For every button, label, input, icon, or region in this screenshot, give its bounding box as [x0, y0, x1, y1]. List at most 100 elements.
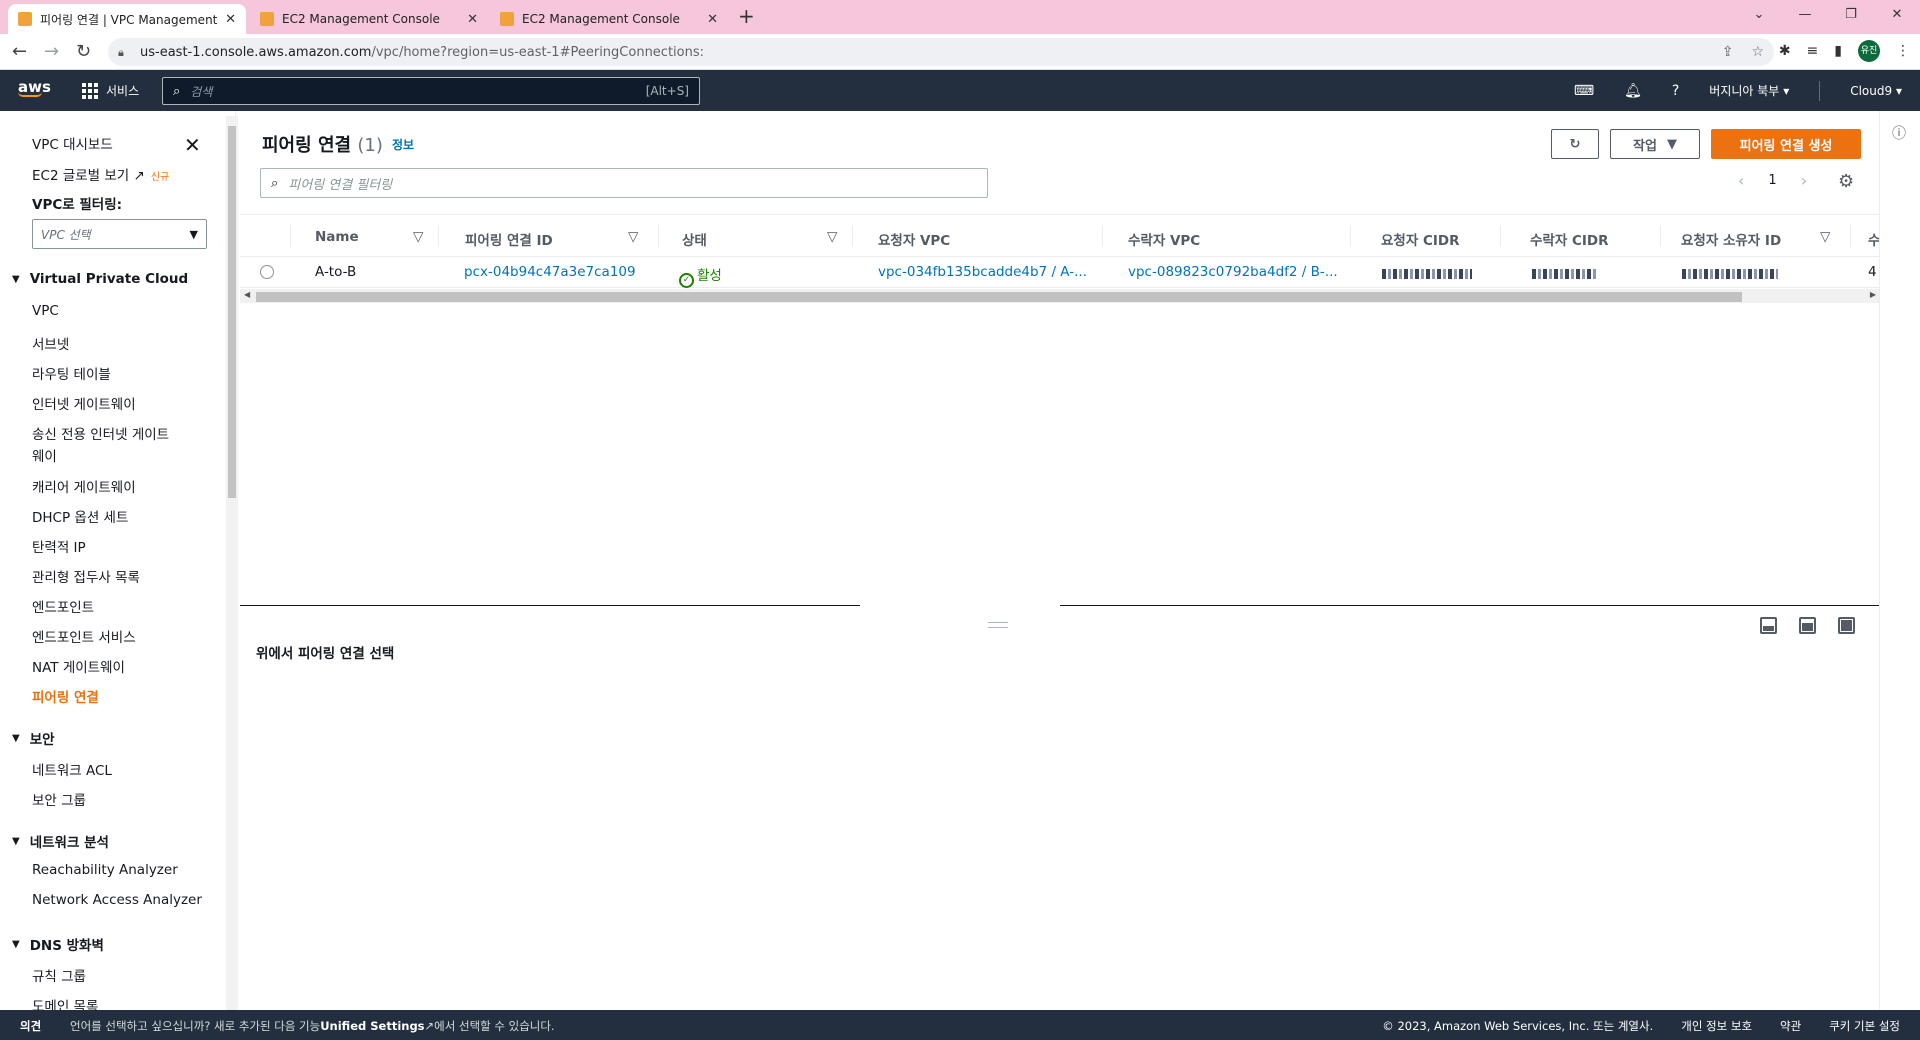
sort-icon[interactable]: ▽ [827, 229, 837, 245]
table-scrollbar-thumb[interactable] [256, 292, 1742, 302]
extensions-icon[interactable]: ✱ [1779, 43, 1791, 59]
address-bar[interactable]: 🔒︎ us-east-1.console.aws.amazon.com/vpc/… [108, 38, 1774, 66]
next-page-icon[interactable]: › [1801, 171, 1807, 190]
close-tab-icon[interactable]: ✕ [707, 12, 718, 27]
sidebar-item-network-access-analyzer[interactable]: Network Access Analyzer [32, 892, 202, 908]
sidebar-item-network-acls[interactable]: 네트워크 ACL [32, 759, 112, 779]
forward-icon[interactable]: → [44, 41, 59, 62]
column-header-accepter-cidr[interactable]: 수락자 CIDR [1530, 229, 1609, 249]
share-icon[interactable]: ⇪ [1722, 44, 1734, 60]
cell-peering-id-link[interactable]: pcx-04b94c47a3e7ca109 [464, 264, 636, 280]
cell-accepter-vpc-link[interactable]: vpc-089823c0792ba4df2 / B-... [1128, 264, 1338, 280]
account-menu[interactable]: Cloud9 ▾ [1850, 84, 1902, 98]
close-tab-icon[interactable]: ✕ [467, 12, 478, 27]
reload-icon[interactable]: ↻ [76, 41, 91, 62]
section-network-analysis[interactable]: ▼ 네트워크 분석 [12, 831, 109, 851]
peering-filter-input[interactable]: ⌕ 피어링 연결 필터링 [260, 168, 988, 198]
table-settings-gear-icon[interactable]: ⚙ [1838, 171, 1854, 192]
tab-search-icon[interactable]: ⌄ [1736, 0, 1782, 30]
previous-page-icon[interactable]: ‹ [1738, 171, 1744, 190]
column-header-requester-owner-id[interactable]: 요청자 소유자 ID [1681, 229, 1781, 249]
close-window-icon[interactable]: ✕ [1874, 0, 1920, 30]
sidebar-item-egress-only-igw[interactable]: 송신 전용 인터넷 게이트 [32, 423, 169, 443]
unified-settings-link[interactable]: Unified Settings [320, 1019, 424, 1033]
browser-tab-ec2-2[interactable]: EC2 Management Console ✕ [490, 4, 728, 34]
sidebar-item-managed-prefix-lists[interactable]: 관리형 접두사 목록 [32, 566, 140, 586]
info-link[interactable]: 정보 [392, 136, 414, 153]
sidebar-item-subnets[interactable]: 서브넷 [32, 333, 69, 353]
sidebar-item-dhcp-option-sets[interactable]: DHCP 옵션 세트 [32, 506, 128, 526]
privacy-link[interactable]: 개인 정보 보호 [1681, 1018, 1752, 1034]
sidebar-item-rule-groups[interactable]: 규칙 그룹 [32, 965, 86, 985]
panel-bottom-medium-icon[interactable] [1799, 617, 1816, 634]
column-header-requester-vpc[interactable]: 요청자 VPC [878, 229, 950, 249]
actions-dropdown-button[interactable]: 작업 ▼ [1610, 129, 1700, 159]
sidebar-item-vpc-dashboard[interactable]: VPC 대시보드 [32, 133, 113, 153]
column-header-peering-id[interactable]: 피어링 연결 ID [465, 229, 553, 249]
browser-tab-vpc[interactable]: 피어링 연결 | VPC Management ✕ [8, 4, 246, 34]
sidebar-item-peering-connections[interactable]: 피어링 연결 [32, 686, 99, 706]
column-header-name[interactable]: Name [315, 229, 359, 245]
terms-link[interactable]: 약관 [1780, 1018, 1801, 1034]
sort-icon[interactable]: ▽ [1820, 229, 1830, 245]
sort-icon[interactable]: ▽ [628, 229, 638, 245]
row-select-radio[interactable] [260, 265, 274, 279]
menu-kebab-icon[interactable]: ⋮ [1896, 43, 1910, 59]
sidebar-item-elastic-ips[interactable]: 탄력적 IP [32, 536, 86, 556]
cookie-preferences-link[interactable]: 쿠키 기본 설정 [1829, 1018, 1900, 1034]
restore-icon[interactable]: ❐ [1828, 0, 1874, 30]
sidebar-item-egress-only-igw-cont[interactable]: 웨이 [32, 445, 57, 465]
feedback-link[interactable]: 의견 [20, 1018, 41, 1034]
column-header-status[interactable]: 상태 [682, 229, 707, 249]
panel-bottom-small-icon[interactable] [1760, 617, 1777, 634]
split-panel-resize-handle[interactable] [988, 622, 1008, 628]
close-sidebar-icon[interactable]: ✕ [184, 133, 201, 157]
section-security[interactable]: ▼ 보안 [12, 728, 55, 748]
sidebar-item-vpc[interactable]: VPC [32, 303, 59, 319]
profile-avatar[interactable]: 유진 [1858, 40, 1880, 62]
sidebar-scrollbar[interactable] [226, 116, 238, 1010]
info-circle-icon[interactable]: ⓘ [1892, 123, 1906, 143]
lock-icon[interactable]: 🔒︎ [118, 46, 130, 59]
sidebar-item-carrier-gateways[interactable]: 캐리어 게이트웨이 [32, 476, 136, 496]
table-row[interactable]: A-to-B pcx-04b94c47a3e7ca109 ✓ 활성 vpc-034… [240, 257, 1880, 288]
sort-icon[interactable]: ▽ [413, 229, 423, 245]
help-icon[interactable]: ? [1672, 83, 1679, 99]
section-dns-firewall[interactable]: ▼ DNS 방화벽 [12, 934, 104, 954]
sidebar-item-endpoint-services[interactable]: 엔드포인트 서비스 [32, 626, 136, 646]
reading-list-icon[interactable]: ≡ [1807, 43, 1819, 59]
minimize-icon[interactable]: — [1782, 0, 1828, 30]
scroll-right-icon[interactable]: ▶ [1870, 290, 1876, 299]
column-header-accepter-vpc[interactable]: 수락자 VPC [1128, 229, 1200, 249]
cloudshell-icon[interactable]: ⌨ [1574, 83, 1594, 99]
current-page[interactable]: 1 [1768, 173, 1776, 188]
sidebar-item-ec2-global-view[interactable]: EC2 글로벌 보기 ↗ 신규 [32, 164, 169, 184]
new-tab-icon[interactable]: + [738, 4, 755, 28]
create-peering-connection-button[interactable]: 피어링 연결 생성 [1711, 129, 1861, 159]
side-panel-icon[interactable]: ▮ [1834, 43, 1842, 59]
table-horizontal-scrollbar[interactable]: ◀ ▶ [240, 289, 1880, 303]
scroll-left-icon[interactable]: ◀ [244, 290, 250, 299]
vpc-filter-select[interactable]: VPC 선택 ▼ [32, 219, 207, 249]
services-menu-button[interactable]: 서비스 [82, 82, 139, 99]
refresh-button[interactable]: ↻ [1551, 129, 1599, 159]
section-virtual-private-cloud[interactable]: ▼ Virtual Private Cloud [12, 271, 188, 287]
panel-full-icon[interactable] [1838, 617, 1855, 634]
browser-tab-ec2-1[interactable]: EC2 Management Console ✕ [250, 4, 488, 34]
sidebar-item-nat-gateways[interactable]: NAT 게이트웨이 [32, 656, 125, 676]
sidebar-scrollbar-thumb[interactable] [228, 126, 236, 498]
sidebar-item-security-groups[interactable]: 보안 그룹 [32, 789, 86, 809]
cell-requester-vpc-link[interactable]: vpc-034fb135bcadde4b7 / A-... [878, 264, 1087, 280]
sidebar-item-reachability-analyzer[interactable]: Reachability Analyzer [32, 862, 178, 878]
region-selector[interactable]: 버지니아 북부 ▾ [1709, 82, 1789, 99]
close-tab-icon[interactable]: ✕ [225, 12, 236, 27]
bookmark-star-icon[interactable]: ☆ [1751, 44, 1764, 60]
column-header-requester-cidr[interactable]: 요청자 CIDR [1381, 229, 1460, 249]
notifications-bell-icon[interactable]: 🔔︎ [1624, 83, 1642, 99]
aws-logo[interactable]: aws [18, 78, 51, 97]
sidebar-item-endpoints[interactable]: 엔드포인트 [32, 596, 94, 616]
unified-search-input[interactable]: ⌕ 검색 [Alt+S] [162, 77, 700, 105]
sidebar-item-route-tables[interactable]: 라우팅 테이블 [32, 363, 111, 383]
back-icon[interactable]: ← [12, 41, 27, 62]
sidebar-item-internet-gateways[interactable]: 인터넷 게이트웨이 [32, 393, 136, 413]
